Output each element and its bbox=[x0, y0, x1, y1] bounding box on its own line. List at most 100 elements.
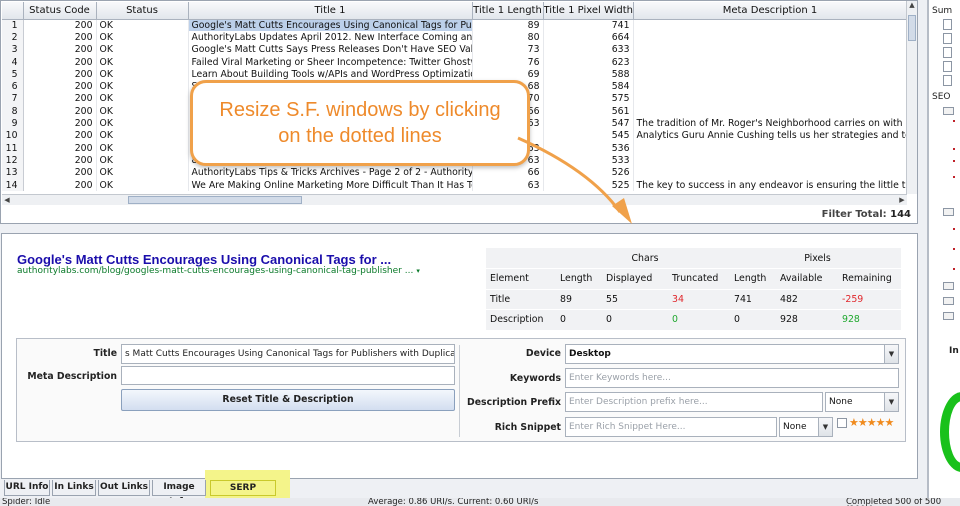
tab-out-links[interactable]: Out Links bbox=[98, 480, 150, 496]
meta-description-cell[interactable] bbox=[633, 166, 908, 179]
row-index[interactable]: 2 bbox=[2, 31, 24, 44]
meta-description-cell[interactable]: The tradition of Mr. Roger's Neighborhoo… bbox=[633, 117, 908, 130]
tab-url-info[interactable]: URL Info bbox=[4, 480, 50, 496]
status-cell[interactable]: OK bbox=[96, 92, 189, 106]
row-index[interactable]: 5 bbox=[2, 68, 24, 81]
title-pixel-width-cell[interactable]: 575 bbox=[543, 92, 634, 106]
column-header-status-code[interactable]: Status Code bbox=[23, 2, 97, 20]
table-row[interactable]: 3 200 OK Google's Matt Cutts Says Press Rel… bbox=[2, 43, 908, 56]
status-cell[interactable]: OK bbox=[96, 55, 189, 69]
folder-icon[interactable] bbox=[943, 282, 954, 290]
meta-description-input[interactable] bbox=[121, 366, 455, 385]
title-cell[interactable]: We Are Making Online Marketing More Diff… bbox=[188, 178, 473, 192]
title-cell[interactable]: Google's Matt Cutts Says Press Releases … bbox=[188, 43, 473, 56]
status-cell[interactable]: OK bbox=[96, 166, 189, 179]
column-header-title-length[interactable]: Title 1 Length bbox=[472, 2, 544, 20]
status-code-cell[interactable]: 200 bbox=[23, 129, 97, 142]
table-row[interactable]: 5 200 OK Learn About Building Tools w/APIs … bbox=[2, 68, 908, 81]
scroll-thumb-horizontal[interactable] bbox=[128, 196, 302, 204]
table-row[interactable]: 13 200 OK AuthorityLabs Tips & Tricks Archi… bbox=[2, 166, 908, 179]
table-row[interactable]: 4 200 OK Failed Viral Marketing or Sheer In… bbox=[2, 55, 908, 69]
column-header-title-pixel-width[interactable]: Title 1 Pixel Width ▼ bbox=[543, 2, 634, 20]
title-input[interactable]: s Matt Cutts Encourages Using Canonical … bbox=[121, 344, 455, 364]
title-cell[interactable]: Google's Matt Cutts Encourages Using Can… bbox=[188, 19, 473, 32]
status-code-cell[interactable]: 200 bbox=[23, 141, 97, 155]
status-cell[interactable]: OK bbox=[96, 80, 189, 93]
title-pixel-width-cell[interactable]: 633 bbox=[543, 43, 634, 56]
row-index[interactable]: 12 bbox=[2, 154, 24, 167]
status-cell[interactable]: OK bbox=[96, 105, 189, 118]
title-pixel-width-cell[interactable]: 533 bbox=[543, 154, 634, 167]
scroll-left-arrow-icon[interactable]: ◀ bbox=[2, 195, 12, 205]
title-pixel-width-cell[interactable]: 584 bbox=[543, 80, 634, 93]
table-horizontal-scrollbar[interactable]: ◀ ▶ bbox=[2, 194, 907, 205]
status-code-cell[interactable]: 200 bbox=[23, 178, 97, 192]
row-index[interactable]: 13 bbox=[2, 166, 24, 179]
tab-serp-snippet[interactable]: SERP Snippet bbox=[210, 480, 276, 506]
meta-description-cell[interactable] bbox=[633, 43, 908, 56]
status-code-cell[interactable]: 200 bbox=[23, 43, 97, 56]
title-length-cell[interactable]: 73 bbox=[472, 43, 544, 56]
meta-description-cell[interactable] bbox=[633, 68, 908, 81]
scroll-thumb[interactable] bbox=[908, 15, 916, 41]
status-code-cell[interactable]: 200 bbox=[23, 80, 97, 93]
keywords-input[interactable]: Enter Keywords here... bbox=[565, 368, 899, 388]
status-cell[interactable]: OK bbox=[96, 117, 189, 130]
row-index[interactable]: 4 bbox=[2, 55, 24, 69]
meta-description-cell[interactable]: The key to success in any endeavor is en… bbox=[633, 178, 908, 192]
column-header-status[interactable]: Status bbox=[96, 2, 189, 20]
row-index[interactable]: 11 bbox=[2, 141, 24, 155]
table-row[interactable]: 14 200 OK We Are Making Online Marketing Mo… bbox=[2, 178, 908, 192]
title-pixel-width-cell[interactable]: 741 bbox=[543, 19, 634, 32]
folder-icon[interactable] bbox=[943, 208, 954, 216]
status-code-cell[interactable]: 200 bbox=[23, 92, 97, 106]
title-pixel-width-cell[interactable]: 664 bbox=[543, 31, 634, 44]
title-length-cell[interactable]: 76 bbox=[472, 55, 544, 69]
meta-description-cell[interactable] bbox=[633, 19, 908, 32]
rich-snippet-select[interactable]: None ▼ bbox=[779, 417, 833, 437]
meta-description-cell[interactable] bbox=[633, 31, 908, 44]
row-index[interactable]: 8 bbox=[2, 105, 24, 118]
status-code-cell[interactable]: 200 bbox=[23, 117, 97, 130]
title-length-cell[interactable]: 80 bbox=[472, 31, 544, 44]
status-cell[interactable]: OK bbox=[96, 141, 189, 155]
meta-description-cell[interactable] bbox=[633, 55, 908, 69]
meta-description-cell[interactable] bbox=[633, 141, 908, 155]
folder-icon[interactable] bbox=[943, 312, 954, 320]
status-code-cell[interactable]: 200 bbox=[23, 154, 97, 167]
folder-icon[interactable] bbox=[943, 107, 954, 115]
tab-image-info[interactable]: Image Info bbox=[152, 480, 206, 506]
title-length-cell[interactable]: 63 bbox=[472, 178, 544, 192]
status-code-cell[interactable]: 200 bbox=[23, 55, 97, 69]
status-code-cell[interactable]: 200 bbox=[23, 166, 97, 179]
title-pixel-width-cell[interactable]: 561 bbox=[543, 105, 634, 118]
status-cell[interactable]: OK bbox=[96, 43, 189, 56]
title-pixel-width-cell[interactable]: 545 bbox=[543, 129, 634, 142]
title-cell[interactable]: Learn About Building Tools w/APIs and Wo… bbox=[188, 68, 473, 81]
status-code-cell[interactable]: 200 bbox=[23, 68, 97, 81]
row-index[interactable]: 1 bbox=[2, 19, 24, 32]
status-cell[interactable]: OK bbox=[96, 68, 189, 81]
title-pixel-width-cell[interactable]: 536 bbox=[543, 141, 634, 155]
rich-snippet-checkbox[interactable] bbox=[837, 418, 847, 428]
folder-icon[interactable] bbox=[943, 297, 954, 305]
title-pixel-width-cell[interactable]: 588 bbox=[543, 68, 634, 81]
meta-description-cell[interactable] bbox=[633, 80, 908, 93]
reset-title-description-button[interactable]: Reset Title & Description bbox=[121, 389, 455, 411]
status-code-cell[interactable]: 200 bbox=[23, 105, 97, 118]
meta-description-cell[interactable] bbox=[633, 154, 908, 167]
description-prefix-select[interactable]: None ▼ bbox=[825, 392, 899, 412]
title-length-cell[interactable]: 89 bbox=[472, 19, 544, 32]
title-pixel-width-cell[interactable]: 547 bbox=[543, 117, 634, 130]
table-row[interactable]: 1 200 OK Google's Matt Cutts Encourages Usi… bbox=[2, 19, 908, 32]
status-cell[interactable]: OK bbox=[96, 31, 189, 44]
row-index[interactable]: 7 bbox=[2, 92, 24, 106]
title-cell[interactable]: AuthorityLabs Updates April 2012. New In… bbox=[188, 31, 473, 44]
row-index[interactable]: 9 bbox=[2, 117, 24, 130]
rich-snippet-input[interactable]: Enter Rich Snippet Here... bbox=[565, 417, 777, 437]
status-cell[interactable]: OK bbox=[96, 129, 189, 142]
meta-description-cell[interactable] bbox=[633, 105, 908, 118]
title-cell[interactable]: Failed Viral Marketing or Sheer Incompet… bbox=[188, 55, 473, 69]
status-cell[interactable]: OK bbox=[96, 178, 189, 192]
title-length-cell[interactable]: 69 bbox=[472, 68, 544, 81]
